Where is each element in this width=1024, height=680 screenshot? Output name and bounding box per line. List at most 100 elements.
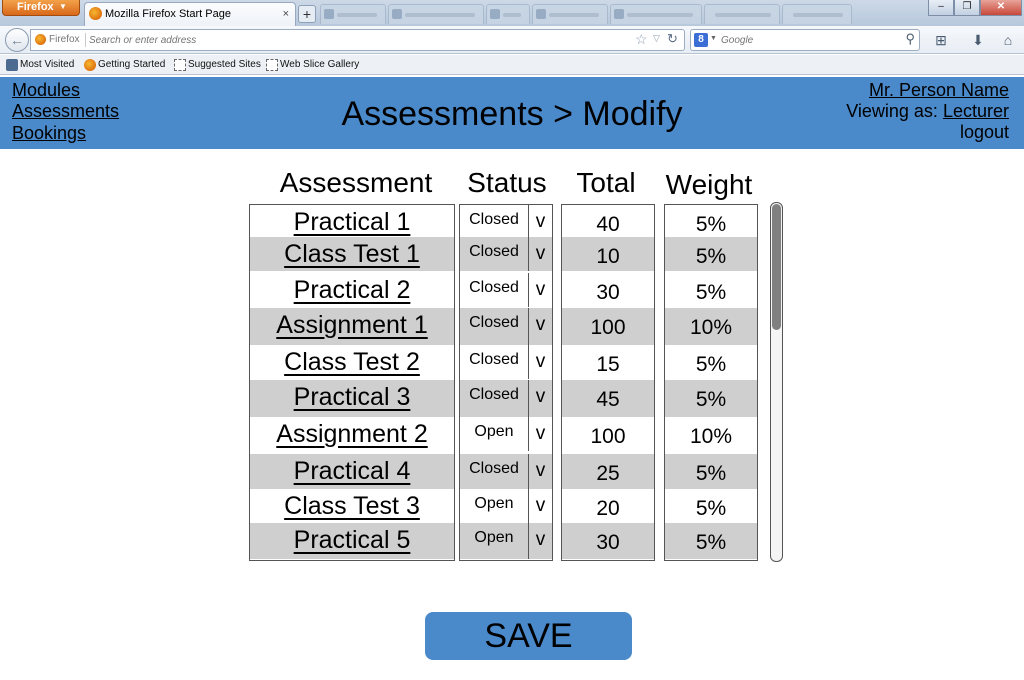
assessment-link[interactable]: Practical 1 [250,205,454,239]
chevron-down-icon[interactable]: ▼ [710,35,717,42]
bookmark-suggested-sites[interactable]: Suggested Sites [172,58,261,72]
url-input[interactable] [89,32,609,48]
dropdown-arrow-icon[interactable]: v [528,273,552,307]
table-scrollbar[interactable] [770,202,783,562]
dropdown-arrow-icon[interactable]: v [528,417,552,451]
restore-icon[interactable]: ❐ [954,0,980,16]
site-identity[interactable]: Firefox [35,33,80,47]
table-row: Practical 5 [250,523,454,559]
search-bar[interactable]: 8 ▼ ⚲ [690,29,920,51]
status-value: Open [474,495,514,512]
status-dropdown[interactable]: Closed v [460,454,552,489]
back-arrow-icon[interactable]: ← [5,28,29,52]
weight-cell[interactable]: 5% [665,454,757,489]
total-cell[interactable]: 30 [562,523,654,559]
home-icon[interactable]: ⌂ [997,30,1019,50]
background-tab[interactable] [782,4,852,24]
dropdown-arrow-icon[interactable]: v [528,523,552,559]
assessment-link[interactable]: Class Test 3 [250,489,454,523]
background-tab[interactable] [704,4,780,24]
total-cell[interactable]: 10 [562,237,654,271]
total-cell[interactable]: 20 [562,489,654,523]
assessment-link[interactable]: Practical 5 [250,523,454,557]
weight-cell[interactable]: 10% [665,417,757,451]
background-tab[interactable] [320,4,386,24]
weight-cell[interactable]: 5% [665,523,757,559]
background-tab[interactable] [388,4,484,24]
weight-cell[interactable]: 5% [665,380,757,417]
bookmark-getting-started[interactable]: Getting Started [82,58,165,72]
status-dropdown[interactable]: Closed v [460,345,552,379]
assessment-link[interactable]: Class Test 1 [250,237,454,271]
weight-cell[interactable]: 5% [665,237,757,271]
background-tab[interactable] [486,4,530,24]
weight-value: 5% [695,281,727,304]
dropdown-arrow-icon[interactable]: v [528,308,552,345]
dropdown-arrow-icon[interactable]: v [528,205,552,237]
browser-titlebar: Firefox ▼ Mozilla Firefox Start Page × +… [0,0,1024,26]
address-bar[interactable]: Firefox ☆ ▽ ↻ [30,29,685,51]
weight-value: 10% [689,425,733,448]
search-icon[interactable]: ⚲ [905,31,915,47]
status-dropdown[interactable]: Open v [460,523,552,559]
background-tab[interactable] [532,4,608,24]
firefox-menu-label: Firefox [17,1,54,13]
role-link[interactable]: Lecturer [943,101,1009,121]
dropdown-arrow-icon[interactable]: v [528,454,552,489]
firefox-menu-button[interactable]: Firefox ▼ [2,0,80,16]
total-cell[interactable]: 100 [562,308,654,345]
status-dropdown[interactable]: Open v [460,489,552,523]
weight-value: 5% [695,245,727,268]
background-tab[interactable] [610,4,702,24]
dropdown-arrow-icon[interactable]: v [528,489,552,523]
user-name-link[interactable]: Mr. Person Name [869,80,1009,100]
assessment-link[interactable]: Practical 4 [250,454,454,488]
dropdown-arrow-icon[interactable]: v [528,380,552,417]
bookmark-most-visited[interactable]: Most Visited [4,58,74,72]
status-dropdown[interactable]: Closed v [460,308,552,345]
google-icon[interactable]: 8 [694,33,708,47]
table-row: Class Test 1 [250,237,454,271]
total-cell[interactable]: 40 [562,205,654,237]
tab-start-page[interactable]: Mozilla Firefox Start Page × [84,2,296,26]
logout-link[interactable]: logout [960,122,1009,142]
minimize-icon[interactable]: – [928,0,954,16]
dropdown-arrow-icon[interactable]: v [528,237,552,271]
save-button[interactable]: SAVE [425,612,632,660]
download-icon[interactable]: ⬇ [967,30,989,50]
weight-cell[interactable]: 5% [665,205,757,237]
total-cell[interactable]: 15 [562,345,654,379]
total-cell[interactable]: 100 [562,417,654,451]
bookmark-web-slice-gallery[interactable]: Web Slice Gallery [264,58,359,72]
status-dropdown[interactable]: Closed v [460,380,552,417]
close-tab-icon[interactable]: × [283,3,289,25]
bookmarks-menu-icon[interactable]: ⊞ [930,30,952,50]
weight-cell[interactable]: 10% [665,308,757,345]
assessment-link[interactable]: Practical 3 [250,380,454,414]
weight-cell[interactable]: 5% [665,273,757,307]
status-dropdown[interactable]: Closed v [460,273,552,307]
weight-cell[interactable]: 5% [665,345,757,379]
assessment-link[interactable]: Practical 2 [250,273,454,307]
total-cell[interactable]: 25 [562,454,654,489]
chevron-down-icon[interactable]: ▽ [653,33,660,44]
table-row: Assignment 1 [250,308,454,345]
dropdown-arrow-icon[interactable]: v [528,345,552,379]
weight-cell[interactable]: 5% [665,489,757,523]
status-dropdown[interactable]: Closed v [460,205,552,237]
total-cell[interactable]: 45 [562,380,654,417]
new-tab-button[interactable]: + [298,5,316,23]
bookmark-star-icon[interactable]: ☆ [635,31,648,48]
scroll-thumb[interactable] [772,204,781,330]
total-cell[interactable]: 30 [562,273,654,307]
total-value: 10 [596,245,620,268]
assessment-link[interactable]: Assignment 1 [250,308,454,342]
status-dropdown[interactable]: Closed v [460,237,552,271]
close-window-icon[interactable]: ✕ [980,0,1022,16]
assessment-link[interactable]: Assignment 2 [250,417,454,451]
status-dropdown[interactable]: Open v [460,417,552,451]
reload-icon[interactable]: ↻ [667,31,678,47]
chevron-down-icon: ▼ [59,2,67,11]
assessment-link[interactable]: Class Test 2 [250,345,454,379]
search-input[interactable] [721,32,891,48]
